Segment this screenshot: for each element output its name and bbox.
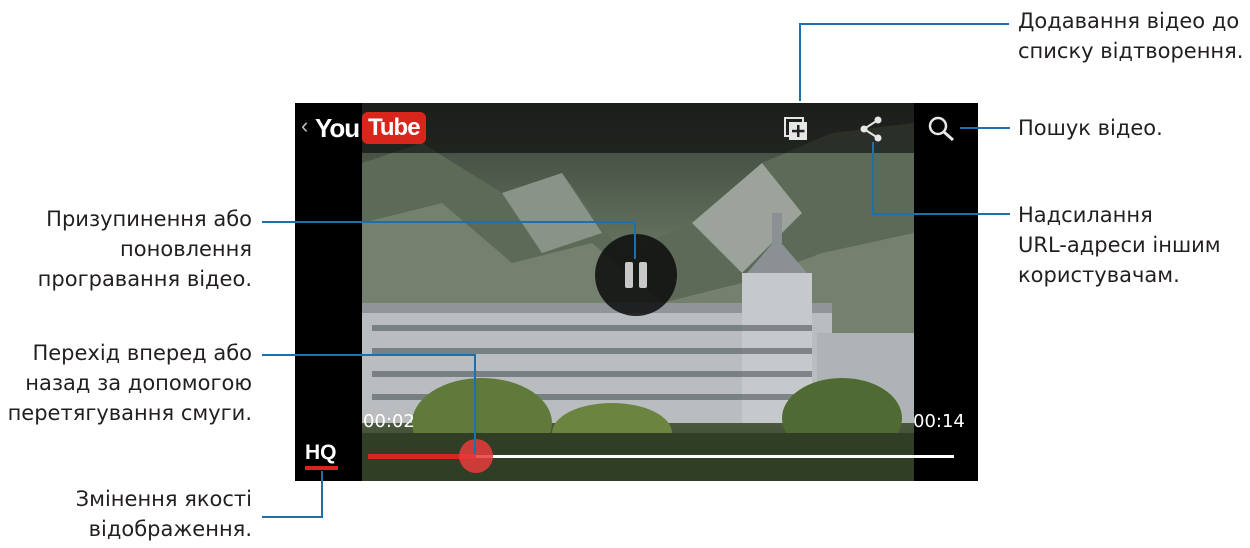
callout-quality-line1: Змінення якості bbox=[75, 487, 252, 511]
seek-bar-thumb[interactable] bbox=[459, 439, 493, 473]
pause-icon bbox=[625, 262, 633, 288]
callout-seek-line2: назад за допомогою bbox=[25, 371, 252, 395]
quality-indicator bbox=[305, 466, 338, 470]
callout-playlist: Додавання відео до списку відтворення. bbox=[1018, 6, 1243, 66]
callout-pause: Призупинення або поновлення програвання … bbox=[0, 204, 252, 294]
callout-line-quality bbox=[321, 471, 323, 518]
youtube-logo-you[interactable]: You bbox=[315, 113, 360, 144]
callout-line-pause bbox=[262, 221, 636, 223]
quality-button[interactable]: HQ bbox=[305, 441, 337, 465]
callout-line-share-h bbox=[872, 213, 1010, 215]
callout-pause-line3: програвання відео. bbox=[37, 267, 252, 291]
youtube-logo-tube[interactable]: Tube bbox=[362, 112, 426, 144]
callout-line-quality-h bbox=[262, 516, 323, 518]
callout-line-seek bbox=[262, 354, 476, 356]
callout-line-search bbox=[960, 127, 1010, 129]
back-chevron-icon[interactable]: ‹ bbox=[301, 113, 308, 139]
add-to-playlist-icon[interactable] bbox=[781, 115, 809, 143]
pause-icon-bar bbox=[639, 262, 647, 288]
callout-quality-line2: відображення. bbox=[88, 517, 252, 541]
callout-pause-line1: Призупинення або bbox=[46, 207, 252, 231]
callout-pause-line2: поновлення bbox=[120, 237, 252, 261]
top-action-bar: ‹ You Tube bbox=[295, 103, 978, 153]
callout-share: Надсилання URL-адреси іншим користувачам… bbox=[1018, 200, 1221, 290]
callout-search: Пошук відео. bbox=[1018, 113, 1163, 143]
callout-seek-line3: перетягування смуги. bbox=[7, 401, 252, 425]
callout-share-line1: Надсилання bbox=[1018, 203, 1153, 227]
callout-line-seek-v bbox=[474, 354, 476, 454]
callout-seek: Перехід вперед або назад за допомогою пе… bbox=[0, 338, 252, 428]
callout-line-pause-v bbox=[634, 221, 636, 259]
callout-playlist-line2: списку відтворення. bbox=[1018, 39, 1244, 63]
callout-line-share bbox=[872, 142, 874, 215]
callout-search-line1: Пошук відео. bbox=[1018, 116, 1163, 140]
callout-playlist-line1: Додавання відео до bbox=[1018, 9, 1240, 33]
callout-share-line2: URL-адреси іншим bbox=[1018, 233, 1221, 257]
callout-quality: Змінення якості відображення. bbox=[0, 484, 252, 544]
video-player[interactable]: ‹ You Tube 00:02 00:14 HQ bbox=[295, 103, 978, 481]
time-elapsed: 00:02 bbox=[363, 411, 415, 432]
callout-line-playlist-h bbox=[799, 23, 1009, 25]
callout-share-line3: користувачам. bbox=[1018, 263, 1180, 287]
search-icon[interactable] bbox=[927, 115, 955, 143]
callout-seek-line1: Перехід вперед або bbox=[32, 341, 252, 365]
callout-line-playlist bbox=[799, 23, 801, 101]
time-total: 00:14 bbox=[913, 411, 965, 432]
pause-button[interactable] bbox=[595, 234, 677, 316]
share-icon[interactable] bbox=[857, 115, 885, 143]
